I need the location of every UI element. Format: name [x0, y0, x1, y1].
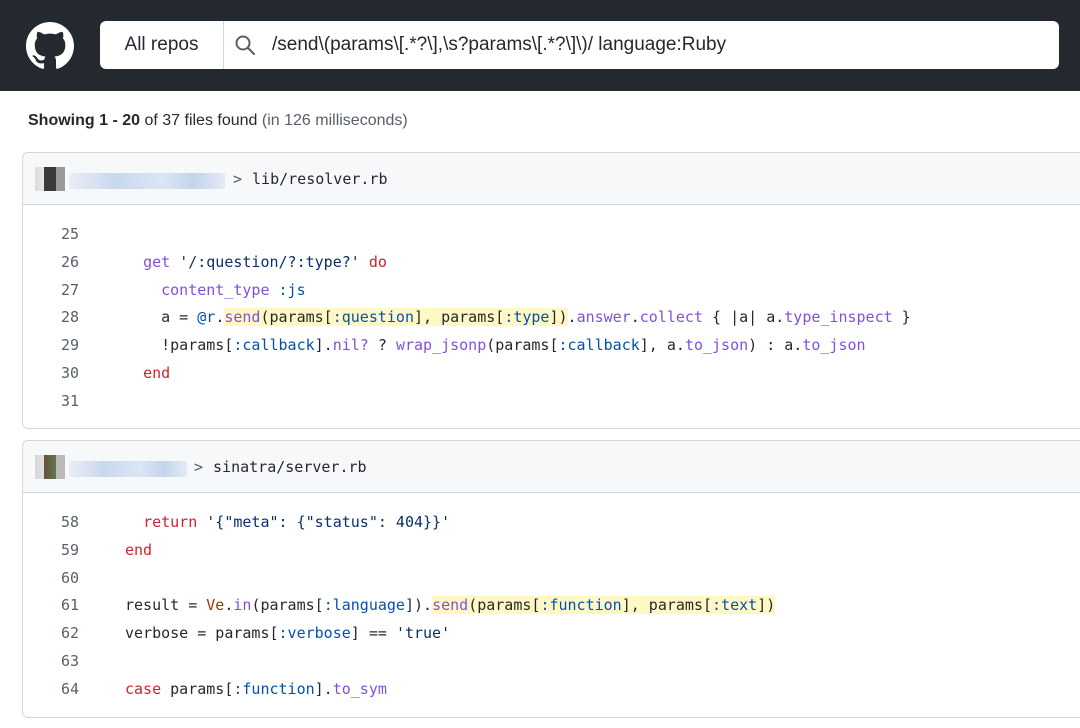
github-logo-icon[interactable] [26, 22, 74, 70]
line-number[interactable]: 28 [23, 304, 79, 332]
code-line: 26 get '/:question/?:type?' do [23, 249, 1080, 277]
file-path-link[interactable]: > lib/resolver.rb [233, 153, 388, 205]
search-result-card: > sinatra/server.rb 58 return '{"meta": {… [22, 440, 1080, 718]
file-path[interactable]: sinatra/server.rb [213, 458, 367, 476]
code-line: 58 return '{"meta": {"status": 404}}' [23, 509, 1080, 537]
repo-name-link[interactable] [69, 461, 187, 477]
code-text: end [143, 363, 171, 382]
code-line: 63 [23, 648, 1080, 676]
code-line: 60 [23, 565, 1080, 593]
match-highlight: send(params[:question], params[:type]) [224, 308, 568, 327]
line-number[interactable]: 63 [23, 648, 79, 676]
code-text: end [125, 540, 153, 559]
code-line: 59 end [23, 537, 1080, 565]
line-number[interactable]: 59 [23, 537, 79, 565]
match-highlight: send(params[:function], params[:text]) [432, 596, 776, 615]
line-number[interactable]: 31 [23, 388, 79, 416]
line-number[interactable]: 30 [23, 360, 79, 388]
search-input[interactable]: /send\(params\[.*?\],\s?params\[.*?\]\)/… [272, 21, 726, 69]
repo-name-link[interactable] [69, 173, 225, 189]
code-text: content_type :js [161, 280, 306, 299]
chevron-right-icon: > [233, 170, 243, 188]
search-icon [235, 35, 255, 55]
code-text: case params[:function].to_sym [125, 679, 387, 698]
line-number[interactable]: 61 [23, 592, 79, 620]
line-number[interactable]: 64 [23, 676, 79, 704]
result-header: > sinatra/server.rb [23, 441, 1080, 493]
code-line: 64 case params[:function].to_sym [23, 676, 1080, 704]
results-count: of 37 files found [140, 112, 258, 129]
code-line: 29 !params[:callback].nil? ? wrap_jsonp(… [23, 332, 1080, 360]
line-number[interactable]: 60 [23, 565, 79, 593]
code-line: 25 [23, 221, 1080, 249]
code-snippet: 25 26 get '/:question/?:type?' do 27 con… [23, 205, 1080, 416]
line-number[interactable]: 62 [23, 620, 79, 648]
code-line: 61 result = Ve.in(params[:language]).send… [23, 592, 1080, 620]
top-navigation-bar: All repos /send\(params\[.*?\],\s?params… [0, 0, 1080, 91]
search-result-card: > lib/resolver.rb 25 26 get '/:question/?… [22, 152, 1080, 429]
results-timing: (in 126 milliseconds) [257, 112, 408, 129]
code-line: 28 a = @r.send(params[:question], params… [23, 304, 1080, 332]
search-scope-selector[interactable]: All repos [100, 21, 224, 69]
code-text: !params[:callback].nil? ? wrap_jsonp(par… [125, 336, 866, 355]
result-header: > lib/resolver.rb [23, 153, 1080, 205]
repo-avatar[interactable] [35, 455, 65, 479]
code-text: verbose = params[:verbose] == 'true' [125, 624, 451, 643]
results-range: Showing 1 - 20 [28, 112, 141, 129]
code-line: 31 [23, 388, 1080, 416]
file-path[interactable]: lib/resolver.rb [252, 170, 387, 188]
repo-avatar[interactable] [35, 167, 65, 191]
line-number[interactable]: 58 [23, 509, 79, 537]
results-summary: Showing 1 - 20 of 37 files found (in 126… [28, 112, 408, 130]
file-path-link[interactable]: > sinatra/server.rb [194, 441, 367, 493]
code-line: 62 verbose = params[:verbose] == 'true' [23, 620, 1080, 648]
code-line: 27 content_type :js [23, 277, 1080, 305]
line-number[interactable]: 26 [23, 249, 79, 277]
line-number[interactable]: 25 [23, 221, 79, 249]
search-box[interactable]: All repos /send\(params\[.*?\],\s?params… [100, 21, 1059, 69]
line-number[interactable]: 29 [23, 332, 79, 360]
code-line: 30 end [23, 360, 1080, 388]
code-text: return '{"meta": {"status": 404}}' [143, 513, 451, 531]
code-text: result = Ve.in(params[:language]).send(p… [125, 596, 776, 615]
line-number[interactable]: 27 [23, 277, 79, 305]
chevron-right-icon: > [194, 458, 204, 476]
code-snippet: 58 return '{"meta": {"status": 404}}' 59… [23, 493, 1080, 704]
code-text: a = @r.send(params[:question], params[:t… [125, 308, 911, 327]
code-text: get '/:question/?:type?' do [143, 252, 387, 271]
